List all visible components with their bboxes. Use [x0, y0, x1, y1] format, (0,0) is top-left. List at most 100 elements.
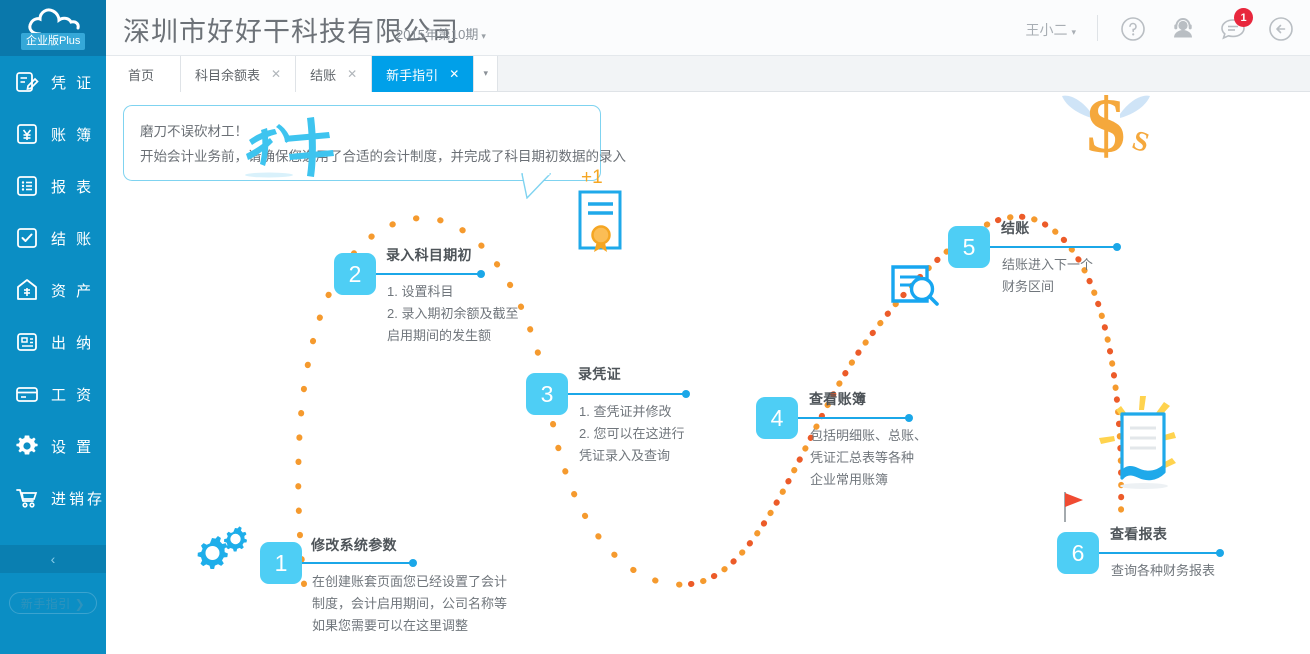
tab-checkout[interactable]: 结账 ✕ [296, 56, 373, 92]
step-connector [302, 562, 412, 564]
exit-icon[interactable] [1266, 14, 1296, 44]
sidebar-item-label: 凭 证 [51, 74, 95, 92]
step-line: 企业常用账簿 [810, 472, 889, 487]
report-sparkle-icon [1086, 392, 1206, 507]
tip-line-2: 开始会计业务前，请确保您选用了合适的会计制度，并完成了科目期初数据的录入 [140, 149, 626, 164]
sidebar-item-label: 进销存 [51, 490, 106, 508]
step-title: 查看报表 [1110, 526, 1168, 542]
step-title: 录入科目期初 [386, 247, 472, 263]
app-root: 企业版Plus 凭 证 账 簿 报 表 结 账 资 产 出 纳 工 资 设 置 … [0, 0, 1310, 654]
calligraphy-ke-icon [241, 114, 341, 189]
logo[interactable]: 企业版Plus [0, 0, 106, 56]
step-badge[interactable]: 4 [756, 397, 798, 439]
user-name: 王小二 [1025, 22, 1068, 38]
sidebar-item-ledger[interactable]: 账 簿 [0, 108, 106, 160]
ledger-icon [14, 121, 40, 147]
message-badge[interactable]: 1 [1234, 8, 1253, 27]
tab-novice-guide[interactable]: 新手指引 ✕ [372, 56, 475, 92]
step-endpoint-dot [682, 390, 690, 398]
period-label: 2015年第10期 [396, 27, 479, 42]
sidebar-item-cashier[interactable]: 出 纳 [0, 316, 106, 368]
sidebar-collapse-button[interactable]: ‹ [0, 545, 106, 573]
step-badge[interactable]: 3 [526, 373, 568, 415]
sidebar-item-assets[interactable]: 资 产 [0, 264, 106, 316]
novice-guide-button[interactable]: 新手指引 ❯ [9, 592, 97, 614]
tab-label: 新手指引 [386, 67, 439, 83]
tab-overflow-button[interactable]: ▾ [474, 56, 499, 91]
sidebar-item-label: 报 表 [51, 178, 95, 196]
sidebar-item-label: 出 纳 [51, 334, 95, 352]
tab-home[interactable]: 首页 [106, 56, 182, 92]
gears-icon [190, 526, 252, 583]
step-badge[interactable]: 2 [334, 253, 376, 295]
document-search-icon [886, 262, 942, 323]
step-badge[interactable]: 6 [1057, 532, 1099, 574]
step-line: 财务区间 [1002, 279, 1055, 294]
tab-label: 科目余额表 [195, 67, 261, 83]
sidebar-item-checkout[interactable]: 结 账 [0, 212, 106, 264]
certificate-plus-label: +1 [581, 167, 603, 188]
header-divider [1097, 15, 1098, 41]
step-line: 1. 设置科目 [387, 284, 454, 299]
chevron-down-icon: ▾ [481, 31, 486, 41]
support-icon[interactable] [1168, 14, 1198, 44]
inventory-icon [14, 485, 40, 511]
step-line: 凭证汇总表等各种 [810, 450, 915, 465]
svg-text:S: S [1128, 125, 1152, 159]
svg-text:$: $ [1087, 92, 1126, 169]
sidebar-item-payroll[interactable]: 工 资 [0, 368, 106, 420]
step-line: 制度，会计启用期间，公司名称等 [312, 596, 508, 611]
help-icon[interactable] [1118, 14, 1148, 44]
user-menu[interactable]: 王小二 ▾ [1025, 20, 1076, 40]
header: 深圳市好好干科技有限公司 2015年第10期 ▾ 王小二 ▾ 1 [106, 0, 1310, 56]
voucher-icon [14, 69, 40, 95]
step-line: 包括明细账、总账、 [810, 428, 928, 443]
chevron-left-icon: ‹ [50, 551, 56, 567]
tip-bubble: 磨刀不误砍材工！ 开始会计业务前，请确保您选用了合适的会计制度，并完成了科目期初… [123, 105, 626, 181]
bubble-tail [521, 173, 551, 199]
tab-label: 首页 [128, 67, 155, 83]
sidebar-item-inventory[interactable]: 进销存 [0, 472, 106, 524]
step-badge[interactable]: 5 [948, 226, 990, 268]
step-endpoint-dot [409, 559, 417, 567]
step-line: 2. 您可以在这进行 [579, 426, 685, 441]
step-title: 修改系统参数 [311, 537, 397, 553]
sidebar: 企业版Plus 凭 证 账 簿 报 表 结 账 资 产 出 纳 工 资 设 置 … [0, 0, 106, 654]
edition-badge: 企业版Plus [21, 33, 86, 50]
step-connector [568, 393, 685, 395]
step-connector [376, 273, 480, 275]
tab-bar: 首页 科目余额表 ✕ 结账 ✕ 新手指引 ✕ ▾ [106, 56, 1310, 92]
assets-icon [14, 277, 40, 303]
guide-canvas: 磨刀不误砍材工！ 开始会计业务前，请确保您选用了合适的会计制度，并完成了科目期初… [106, 92, 1310, 654]
sidebar-item-label: 账 簿 [51, 126, 95, 144]
sidebar-item-voucher[interactable]: 凭 证 [0, 56, 106, 108]
tip-line-1: 磨刀不误砍材工！ [140, 124, 248, 139]
step-title: 录凭证 [578, 366, 621, 382]
sidebar-item-label: 工 资 [51, 386, 95, 404]
step-line: 启用期间的发生额 [387, 328, 492, 343]
step-line: 结账进入下一个 [1002, 257, 1094, 272]
step-endpoint-dot [477, 270, 485, 278]
step-badge[interactable]: 1 [260, 542, 302, 584]
close-icon[interactable]: ✕ [347, 68, 357, 80]
sidebar-item-label: 结 账 [51, 230, 95, 248]
step-title: 结账 [1001, 220, 1030, 236]
close-icon[interactable]: ✕ [271, 68, 281, 80]
chevron-down-icon: ▾ [1071, 27, 1076, 37]
sidebar-item-report[interactable]: 报 表 [0, 160, 106, 212]
step-endpoint-dot [905, 414, 913, 422]
tab-account-balance[interactable]: 科目余额表 ✕ [181, 56, 297, 92]
sidebar-item-settings[interactable]: 设 置 [0, 420, 106, 472]
report-icon [14, 173, 40, 199]
step-line: 1. 查凭证并修改 [579, 404, 672, 419]
step-connector [1099, 552, 1219, 554]
close-icon[interactable]: ✕ [449, 68, 459, 80]
step-line: 2. 录入期初余额及截至 [387, 306, 519, 321]
novice-guide-label: 新手指引 ❯ [20, 596, 86, 611]
step-connector [798, 417, 908, 419]
step-line: 查询各种财务报表 [1111, 563, 1216, 578]
period-selector[interactable]: 2015年第10期 ▾ [396, 24, 486, 43]
payroll-icon [14, 381, 40, 407]
step-line: 凭证录入及查询 [579, 448, 671, 463]
certificate-icon [574, 188, 630, 265]
